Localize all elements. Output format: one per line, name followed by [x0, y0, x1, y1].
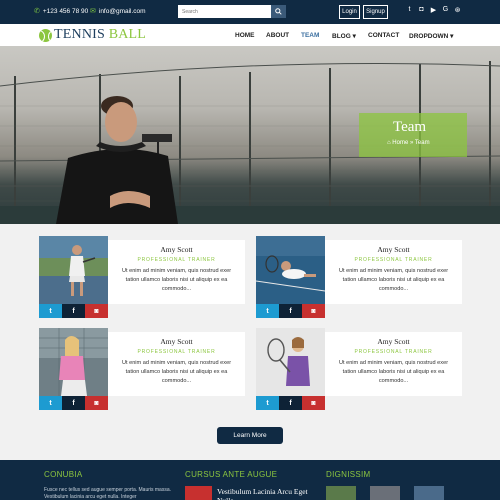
- trainer-description: Ut enim ad minim veniam, quis nostrud ex…: [121, 360, 232, 384]
- breadcrumb: ⌂ Home » Team: [387, 140, 430, 146]
- trainer-photo: [256, 328, 325, 396]
- chevron-down-icon: ▾: [450, 33, 454, 40]
- gallery-thumbnail[interactable]: [414, 486, 444, 500]
- logo-suffix: BALL: [108, 27, 147, 42]
- search-input[interactable]: [178, 5, 271, 18]
- team-card: t f ◙ Amy Scott PROFESSIONAL TRAINER Ut …: [256, 328, 462, 410]
- nav-blog-label: BLOG: [332, 33, 351, 40]
- trainer-role: PROFESSIONAL TRAINER: [354, 257, 433, 263]
- trainer-info: Amy Scott PROFESSIONAL TRAINER Ut enim a…: [325, 332, 462, 396]
- instagram-icon[interactable]: ◘: [417, 6, 426, 13]
- dribbble-icon[interactable]: ⊛: [453, 6, 462, 14]
- team-card: t f ◙ Amy Scott PROFESSIONAL TRAINER Ut …: [39, 236, 245, 318]
- twitter-icon[interactable]: t: [256, 396, 279, 410]
- facebook-icon[interactable]: f: [62, 396, 85, 410]
- trainer-photo: [39, 236, 108, 304]
- main-navbar: TENNIS BALL HOME ABOUT TEAM BLOG ▾ CONTA…: [0, 24, 500, 46]
- footer-post-link[interactable]: Vestibulum Lacinia Arcu Eget Nulla: [217, 487, 317, 500]
- learn-more-button[interactable]: Learn More: [217, 427, 283, 444]
- top-bar: ✆ +123 456 78 90 ✉ info@gmail.com Login …: [0, 0, 500, 24]
- tennis-ball-icon: [39, 28, 52, 42]
- nav-blog[interactable]: BLOG ▾: [332, 32, 356, 40]
- nav-dropdown[interactable]: DROPDOWN ▾: [409, 32, 453, 40]
- trainer-info: Amy Scott PROFESSIONAL TRAINER Ut enim a…: [108, 240, 245, 304]
- nav-about[interactable]: ABOUT: [266, 32, 289, 39]
- trainer-name: Amy Scott: [377, 337, 410, 346]
- trainer-info: Amy Scott PROFESSIONAL TRAINER Ut enim a…: [108, 332, 245, 396]
- trainer-photo: [39, 328, 108, 396]
- nav-team[interactable]: TEAM: [301, 32, 319, 39]
- trainer-photo: [256, 236, 325, 304]
- search-icon: [275, 8, 282, 15]
- trainer-role: PROFESSIONAL TRAINER: [137, 257, 216, 263]
- trainer-info: Amy Scott PROFESSIONAL TRAINER Ut enim a…: [325, 240, 462, 304]
- logo-prefix: TENNIS: [54, 27, 105, 42]
- facebook-icon[interactable]: f: [279, 396, 302, 410]
- trainer-role: PROFESSIONAL TRAINER: [354, 349, 433, 355]
- post-thumbnail[interactable]: [185, 486, 212, 500]
- team-card: t f ◙ Amy Scott PROFESSIONAL TRAINER Ut …: [39, 328, 245, 410]
- signup-button[interactable]: Signup: [363, 5, 388, 19]
- google-icon[interactable]: G: [441, 6, 450, 13]
- page-title: Team: [393, 119, 427, 135]
- phone-number: +123 456 78 90: [42, 7, 89, 15]
- footer-col3-title: DIGNISSIM: [326, 470, 371, 479]
- breadcrumb-separator: »: [409, 140, 414, 146]
- facebook-icon[interactable]: f: [62, 304, 85, 318]
- email-address: info@gmail.com: [98, 7, 146, 15]
- trainer-role: PROFESSIONAL TRAINER: [137, 349, 216, 355]
- twitter-icon[interactable]: t: [405, 6, 414, 13]
- footer-col2-title: CURSUS ANTE AUGUE: [185, 470, 278, 479]
- login-button[interactable]: Login: [339, 5, 360, 19]
- trainer-description: Ut enim ad minim veniam, quis nostrud ex…: [121, 268, 232, 292]
- instagram-icon[interactable]: ◙: [302, 304, 325, 318]
- trainer-name: Amy Scott: [377, 245, 410, 254]
- trainer-name: Amy Scott: [160, 337, 193, 346]
- nav-contact[interactable]: CONTACT: [368, 32, 399, 39]
- hero-banner: Team ⌂ Home » Team: [0, 46, 500, 224]
- chevron-down-icon: ▾: [352, 33, 356, 40]
- footer-col1-title: CONUBIA: [44, 470, 83, 479]
- facebook-icon[interactable]: f: [279, 304, 302, 318]
- site-footer: CONUBIA Fusce nec tellus sed augue sempe…: [0, 460, 500, 500]
- twitter-icon[interactable]: t: [256, 304, 279, 318]
- nav-dropdown-label: DROPDOWN: [409, 33, 449, 40]
- email-contact[interactable]: ✉ info@gmail.com: [90, 7, 146, 16]
- envelope-icon: ✉: [90, 8, 96, 15]
- breadcrumb-home[interactable]: Home: [392, 140, 408, 146]
- phone-icon: ✆: [34, 8, 40, 15]
- trainer-description: Ut enim ad minim veniam, quis nostrud ex…: [338, 360, 449, 384]
- phone-contact[interactable]: ✆ +123 456 78 90: [34, 7, 89, 16]
- nav-home[interactable]: HOME: [235, 32, 255, 39]
- gallery-thumbnail[interactable]: [370, 486, 400, 500]
- youtube-icon[interactable]: ▶: [429, 6, 438, 14]
- instagram-icon[interactable]: ◙: [85, 396, 108, 410]
- breadcrumb-current: Team: [414, 140, 430, 146]
- logo-text: TENNIS BALL: [54, 27, 146, 43]
- trainer-description: Ut enim ad minim veniam, quis nostrud ex…: [338, 268, 449, 292]
- search-button[interactable]: [271, 5, 286, 18]
- home-icon: ⌂: [387, 140, 391, 146]
- page-title-banner: Team ⌂ Home » Team: [359, 113, 467, 157]
- instagram-icon[interactable]: ◙: [302, 396, 325, 410]
- twitter-icon[interactable]: t: [39, 396, 62, 410]
- team-card: t f ◙ Amy Scott PROFESSIONAL TRAINER Ut …: [256, 236, 462, 318]
- instagram-icon[interactable]: ◙: [85, 304, 108, 318]
- trainer-name: Amy Scott: [160, 245, 193, 254]
- twitter-icon[interactable]: t: [39, 304, 62, 318]
- gallery-thumbnail[interactable]: [326, 486, 356, 500]
- footer-col1-text: Fusce nec tellus sed augue semper porta.…: [44, 487, 172, 500]
- site-logo[interactable]: TENNIS BALL: [39, 27, 146, 43]
